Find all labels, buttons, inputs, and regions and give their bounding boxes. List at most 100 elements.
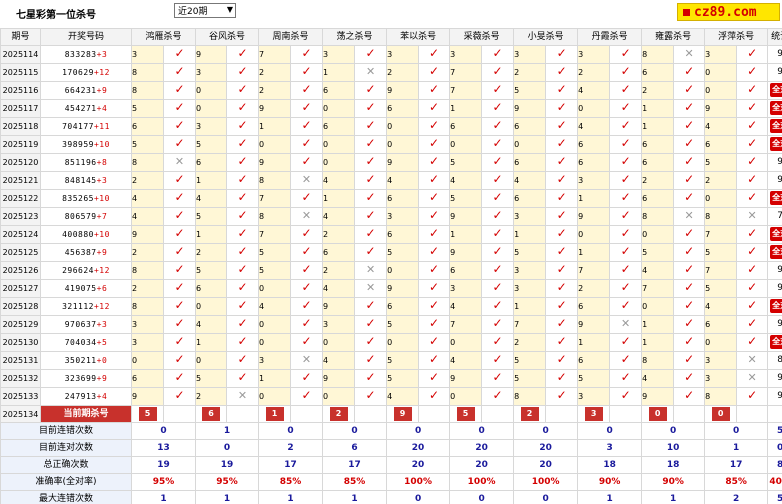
draw-digits: 833283 — [64, 50, 97, 59]
period-select-value: 近20期 — [178, 7, 208, 17]
kill-number-cell: 4 — [322, 351, 356, 370]
result-mark-cell: ✓ — [673, 225, 706, 244]
stats-value: 0 — [322, 422, 388, 440]
result-mark-cell: ✓ — [418, 153, 451, 172]
kill-number-cell: 1 — [513, 225, 547, 244]
kill-number-cell: 0 — [704, 333, 738, 352]
result-mark-cell: ✓ — [290, 63, 324, 82]
result-mark-cell: ✓ — [418, 207, 451, 226]
period-select[interactable]: 近20期 ▼ — [174, 3, 236, 18]
current-kill-cell: 9 — [386, 405, 420, 423]
current-kill-number: 0 — [711, 406, 730, 421]
kill-number-cell: 1 — [258, 369, 292, 388]
kill-number-cell: 6 — [513, 153, 547, 172]
check-icon: ✓ — [301, 280, 312, 295]
check-icon: ✓ — [492, 208, 503, 223]
check-icon: ✓ — [365, 244, 376, 259]
check-icon: ✓ — [429, 334, 440, 349]
check-icon: ✓ — [492, 136, 503, 151]
kill-number-cell: 6 — [577, 351, 611, 370]
kill-number-cell: 9 — [131, 225, 164, 244]
table-row: 2025124400880+109✓1✓7✓2✓6✓1✓1✓0✓0✓7✓全对 — [0, 225, 782, 244]
check-icon: ✓ — [620, 64, 631, 79]
blank-cell — [609, 405, 643, 423]
stats-value: 90% — [641, 473, 706, 491]
stats-value: 95% — [195, 473, 260, 491]
current-kill-cell: 0 — [641, 405, 675, 423]
kill-number-cell: 4 — [322, 171, 356, 190]
kill-number-cell: 1 — [195, 225, 228, 244]
result-mark-cell: ✓ — [673, 369, 706, 388]
check-icon: ✓ — [237, 46, 248, 61]
stat-cell: 9 — [767, 171, 782, 190]
period-cell: 2025125 — [0, 243, 41, 262]
kill-number-cell: 6 — [386, 99, 420, 118]
result-mark-cell: ✓ — [481, 261, 515, 280]
page-title: 七星彩第一位杀号 — [16, 10, 96, 21]
column-header: 浮萍杀号 — [704, 28, 769, 46]
result-mark-cell: ✓ — [290, 153, 324, 172]
result-mark-cell: ✓ — [673, 387, 706, 406]
kill-number-cell: 7 — [449, 315, 483, 334]
result-mark-cell: ✓ — [418, 99, 451, 118]
result-mark-cell: ✓ — [226, 351, 260, 370]
column-header: 荡之杀号 — [322, 28, 388, 46]
kill-number-cell: 0 — [258, 333, 292, 352]
period-cell: 2025128 — [0, 297, 41, 316]
result-mark-cell: ✕ — [290, 351, 324, 370]
cross-icon: ✕ — [301, 173, 312, 186]
stat-value: 9 — [777, 67, 782, 77]
period-cell: 2025114 — [0, 45, 41, 64]
result-mark-cell: ✓ — [162, 207, 197, 226]
column-header: 小旻杀号 — [513, 28, 579, 46]
result-mark-cell: ✓ — [481, 315, 515, 334]
result-mark-cell: ✓ — [226, 279, 260, 298]
result-mark-cell: ✓ — [418, 351, 451, 370]
check-icon: ✓ — [237, 226, 248, 241]
blank-cell — [290, 405, 324, 423]
kill-number-cell: 0 — [258, 387, 292, 406]
period-cell: 2025118 — [0, 117, 41, 136]
draw-sum: +10 — [93, 194, 110, 203]
kill-number-cell: 0 — [513, 135, 547, 154]
stat-cell: 9 — [767, 153, 782, 172]
kill-number-cell: 0 — [577, 225, 611, 244]
result-mark-cell: ✓ — [354, 243, 388, 262]
check-icon: ✓ — [237, 118, 248, 133]
kill-number-cell: 7 — [258, 45, 292, 64]
site-logo[interactable]: cz89.com — [677, 3, 780, 21]
result-mark-cell: ✓ — [609, 333, 643, 352]
current-kill-cell: 0 — [704, 405, 738, 423]
check-icon: ✓ — [620, 154, 631, 169]
result-mark-cell: ✓ — [290, 243, 324, 262]
stats-value: 13 — [130, 439, 197, 457]
top-bar: 七星彩第一位杀号 近20期 ▼ cz89.com — [0, 0, 782, 28]
check-icon: ✓ — [492, 388, 503, 403]
stats-label: 总正确次数 — [0, 456, 132, 474]
current-kill-number: 5 — [138, 406, 157, 421]
current-kill-cell: 5 — [449, 405, 483, 423]
stats-value: 20 — [513, 456, 579, 474]
stat-value: 9 — [777, 157, 782, 167]
stats-value: 0 — [449, 490, 515, 504]
kill-number-cell: 3 — [513, 45, 547, 64]
kill-number-cell: 5 — [513, 81, 547, 100]
result-mark-cell: ✓ — [162, 171, 197, 190]
kill-number-cell: 8 — [704, 387, 738, 406]
check-icon: ✓ — [620, 46, 631, 61]
draw-number-cell: 833283+3 — [40, 45, 132, 64]
kill-number-cell: 5 — [195, 135, 228, 154]
result-mark-cell: ✓ — [545, 387, 579, 406]
stats-value: 0 — [513, 422, 579, 440]
result-mark-cell: ✓ — [290, 297, 324, 316]
result-mark-cell: ✓ — [354, 99, 388, 118]
draw-number-cell: 321112+12 — [40, 297, 132, 316]
draw-digits: 247913 — [64, 392, 97, 401]
table-row: 2025118704177+116✓3✓1✓6✓0✓6✓6✓4✓1✓4✓全对 — [0, 117, 782, 136]
stats-value: 20 — [513, 439, 579, 457]
check-icon: ✓ — [429, 190, 440, 205]
result-mark-cell: ✓ — [162, 189, 197, 208]
check-icon: ✓ — [556, 262, 567, 277]
current-kill-cell: 6 — [195, 405, 228, 423]
period-cell: 2025134 — [0, 405, 41, 423]
